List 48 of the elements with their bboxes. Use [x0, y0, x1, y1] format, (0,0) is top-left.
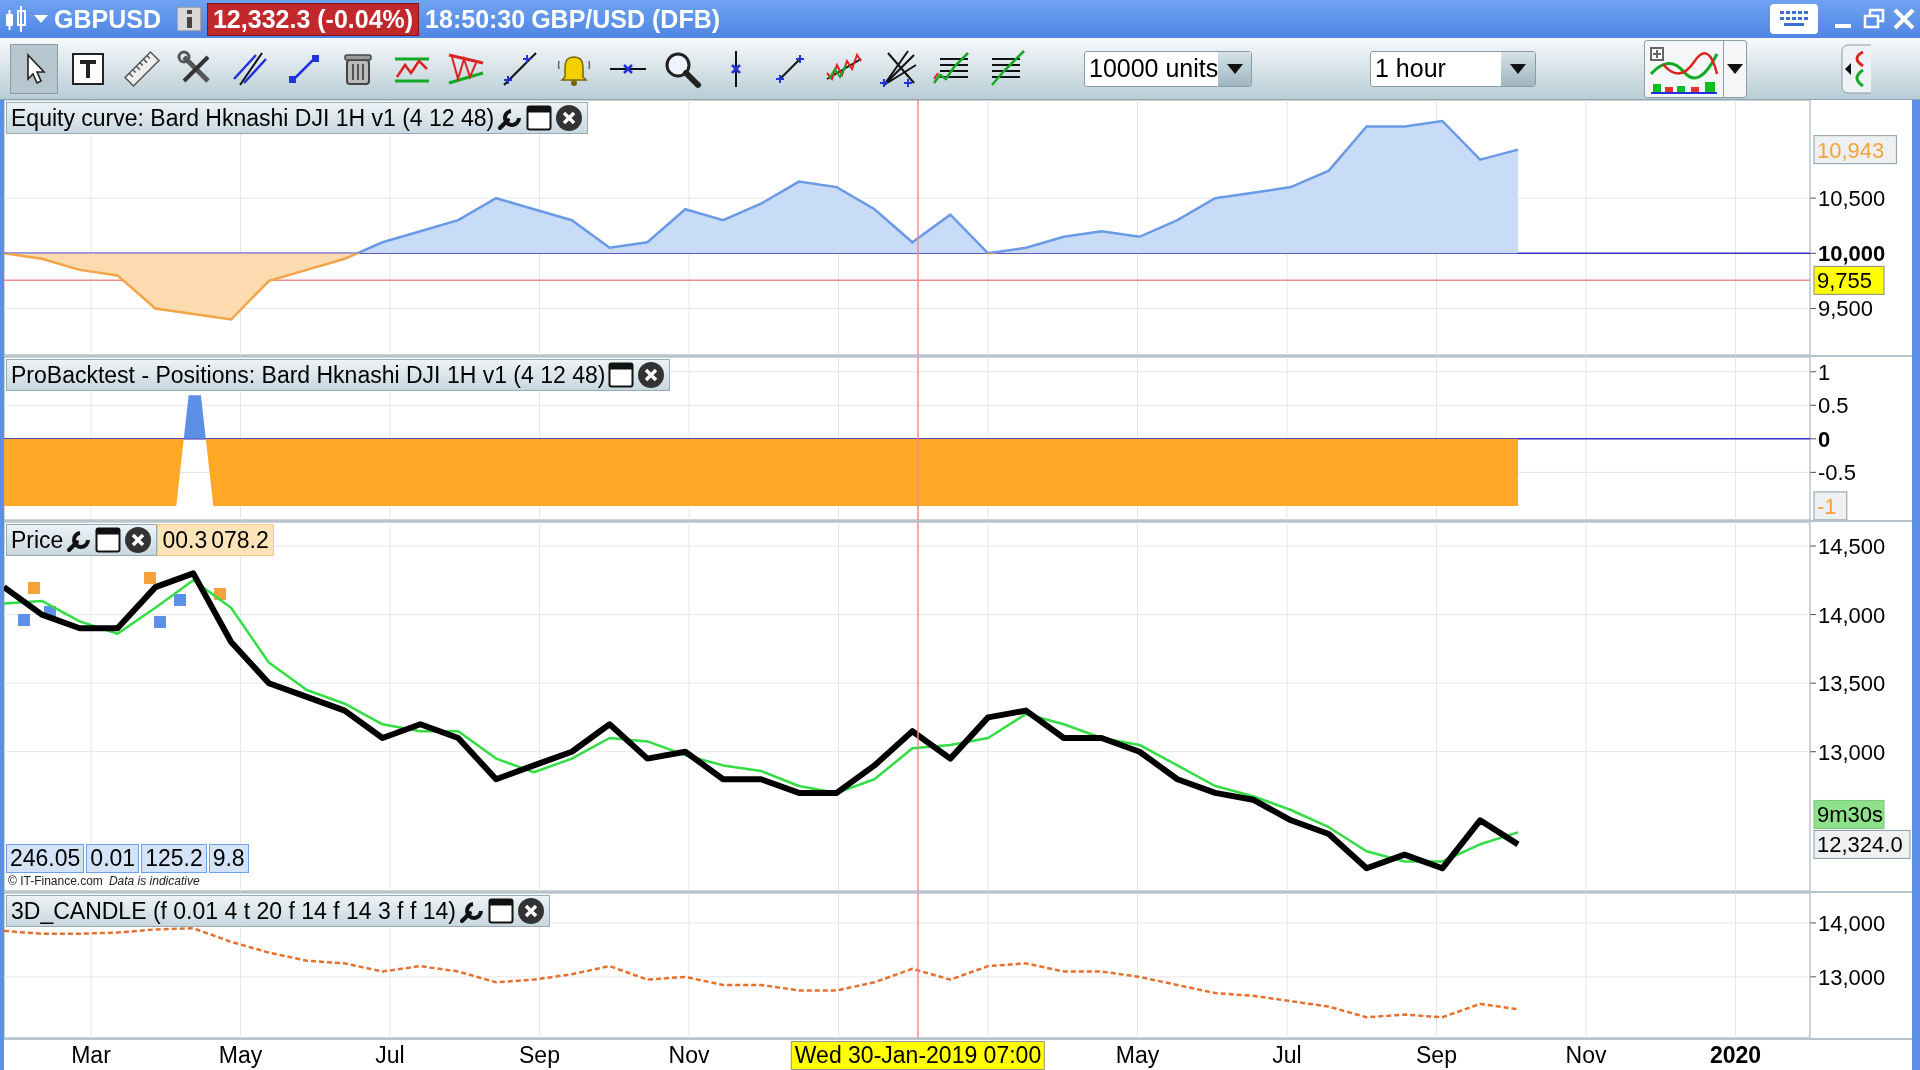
indicator-value: 125.2 [141, 844, 207, 873]
readout-value: 00.3 [162, 526, 208, 554]
ref-line-label: 9,755 [1817, 268, 1873, 294]
axis-label: 10,500 [1818, 186, 1886, 212]
axis-label: 0.5 [1818, 393, 1849, 419]
price-quote: 12,332.3 (-0.04%) [206, 2, 420, 36]
panel-title: 3D_CANDLE (f 0.01 4 t 20 f 14 f 14 3 f f 14) [11, 897, 456, 925]
date-axis-label: Nov [668, 1042, 710, 1069]
indicator-value: 9.8 [208, 844, 249, 873]
axis-label: -0.5 [1818, 460, 1856, 486]
date-axis-label: Nov [1565, 1042, 1607, 1069]
last-value-label: -1 [1813, 491, 1848, 520]
panel-title: Equity curve: Bard Hknashi DJI 1H v1 (4 12 48) [11, 104, 495, 132]
panel-title: ProBacktest - Positions: Bard Hknashi DJI 1H v1 (4 12 48) [11, 361, 606, 389]
date-axis-label: 2020 [1709, 1042, 1762, 1069]
timeframe-dropdown[interactable]: 1 hour [1370, 50, 1536, 87]
cursor-date-label: Wed 30-Jan-2019 07:00 [790, 1041, 1046, 1070]
axis-label: 14,500 [1818, 534, 1886, 559]
last-value-label: 12,324.0 [1813, 829, 1911, 859]
disclaimer-text: Data is indicative [108, 874, 200, 888]
date-axis-label: Sep [1416, 1042, 1457, 1069]
instrument-name: GBP/USD (DFB) [531, 4, 721, 34]
indicator-value: 246.05 [6, 844, 85, 873]
axis-label: 13,500 [1818, 671, 1886, 697]
last-value-label: 10,943 [1813, 135, 1897, 165]
date-axis-label: Mar [71, 1042, 111, 1069]
axis-label: 14,000 [1818, 602, 1886, 628]
axis-label: 9,500 [1818, 296, 1874, 322]
cursor-value-label: 9,755 [1813, 265, 1885, 295]
symbol-name: GBPUSD [54, 4, 161, 34]
countdown-label: 9m30s [1813, 799, 1885, 829]
axis-label: 10,000 [1818, 241, 1886, 267]
axis-label: 13,000 [1818, 739, 1886, 765]
axis-label: 14,000 [1818, 910, 1886, 936]
date-axis-label: May [218, 1042, 263, 1069]
indicator-value: 0.01 [86, 844, 140, 873]
date-axis-label: Jul [1272, 1042, 1302, 1069]
axis-label: 1 [1818, 359, 1831, 385]
date-axis-label: May [1115, 1042, 1160, 1069]
panel-title: Price [11, 526, 64, 554]
credit-text: © IT-Finance.com [8, 874, 103, 888]
axis-label: 13,000 [1818, 964, 1886, 990]
readout-value: 078.2 [211, 526, 269, 554]
axis-label: 0 [1818, 426, 1831, 452]
date-axis-label: Sep [519, 1042, 560, 1069]
date-axis-label: Jul [375, 1042, 405, 1069]
units-dropdown[interactable]: 10000 units [1084, 50, 1252, 87]
clock-time: 18:50:30 [425, 4, 526, 34]
